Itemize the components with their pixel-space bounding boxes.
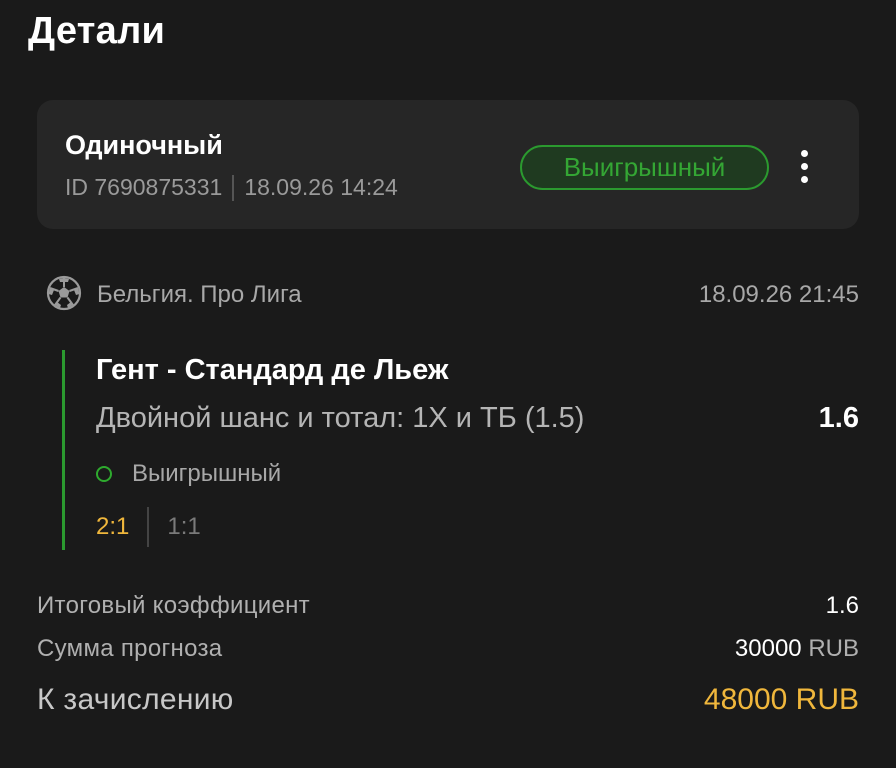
more-dot — [800, 149, 808, 157]
final-score: 2:1 — [96, 513, 130, 540]
selection-odds: 1.6 — [818, 402, 859, 434]
bet-summary-card: Одиночный ID 7690875331 18.09.26 14:24 В… — [37, 100, 859, 229]
meta-divider — [232, 174, 235, 201]
win-circle-icon — [96, 466, 112, 482]
page-title: Детали — [28, 10, 166, 52]
stake-currency: RUB — [808, 635, 859, 662]
match-title[interactable]: Гент - Стандард де Льеж — [96, 354, 448, 387]
bet-totals: Итоговый коэффициент 1.6 Сумма прогноза … — [37, 592, 859, 741]
total-coefficient-row: Итоговый коэффициент 1.6 — [37, 592, 859, 635]
payout-value: 48000 RUB — [703, 683, 859, 716]
score-divider — [147, 507, 150, 547]
total-coefficient-value: 1.6 — [825, 592, 859, 619]
payout-label: К зачислению — [37, 683, 234, 716]
more-options-button[interactable] — [789, 146, 819, 186]
league-name: Бельгия. Про Лига — [97, 281, 302, 308]
half-time-score: 1:1 — [167, 513, 201, 540]
soccer-ball-icon — [46, 275, 82, 311]
stake-value: 30000 RUB — [735, 635, 859, 663]
market-selection: Двойной шанс и тотал: 1Х и ТБ (1.5) — [96, 402, 585, 434]
more-dot — [800, 162, 808, 170]
payout-row: К зачислению 48000 RUB — [37, 681, 859, 741]
stake-amount: 30000 — [734, 635, 802, 662]
score-row: 2:1 1:1 — [96, 507, 201, 547]
win-indicator-bar — [62, 350, 65, 550]
status-badge: Выигрышный — [520, 145, 769, 190]
event-details: Гент - Стандард де Льеж Двойной шанс и т… — [62, 350, 859, 550]
league-row: Бельгия. Про Лига 18.09.26 21:45 — [45, 274, 859, 314]
outcome-row: Выигрышный — [96, 460, 281, 488]
bet-type: Одиночный — [65, 130, 223, 160]
bet-id: ID 7690875331 — [65, 174, 223, 200]
event-start-datetime: 18.09.26 21:45 — [698, 281, 859, 308]
stake-label: Сумма прогноза — [37, 635, 223, 662]
bet-meta: ID 7690875331 18.09.26 14:24 — [65, 174, 398, 201]
more-dot — [800, 175, 808, 183]
total-coefficient-label: Итоговый коэффициент — [37, 592, 310, 619]
outcome-label: Выигрышный — [132, 460, 282, 487]
bet-datetime: 18.09.26 14:24 — [244, 174, 398, 200]
bet-details-page: Детали Одиночный ID 7690875331 18.09.26 … — [0, 0, 896, 768]
stake-row: Сумма прогноза 30000 RUB — [37, 635, 859, 678]
